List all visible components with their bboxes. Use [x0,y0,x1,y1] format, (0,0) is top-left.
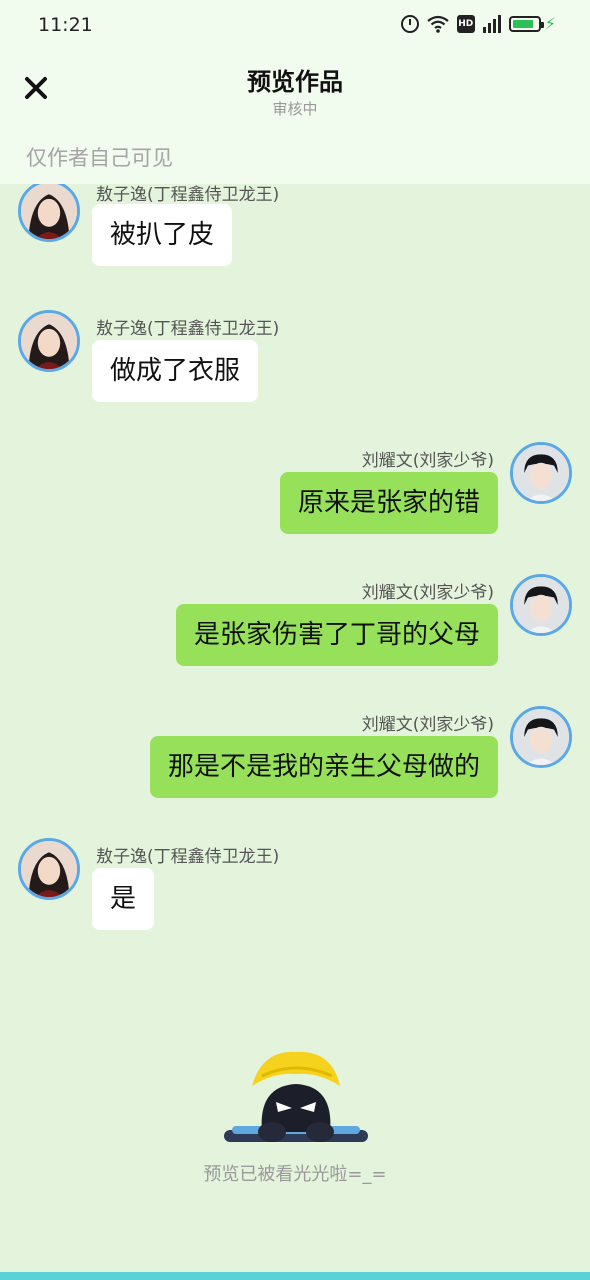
review-status: 审核中 [272,100,318,118]
end-of-preview-text: 预览已被看光光啦=_= [203,1164,387,1185]
avatar[interactable] [18,838,80,900]
avatar[interactable] [510,574,572,636]
signal-icon [482,14,501,33]
visibility-notice: 仅作者自己可见 [0,132,590,184]
avatar[interactable] [510,706,572,768]
sender-name: 敖子逸(丁程鑫侍卫龙王) [96,847,280,867]
avatar[interactable] [18,310,80,372]
sender-name: 敖子逸(丁程鑫侍卫龙王) [96,319,280,339]
wifi-icon [427,15,449,33]
hd-icon: HD [456,14,475,33]
header: 预览作品 审核中 [0,52,590,132]
sender-name: 刘耀文(刘家少爷) [361,583,494,603]
message-bubble[interactable]: 做成了衣服 [92,340,259,402]
status-bar: 11:21 HD ⚡ [0,0,590,52]
visibility-notice-text: 仅作者自己可见 [26,146,173,170]
charging-icon: ⚡ [544,14,556,33]
sender-name: 刘耀文(刘家少爷) [361,451,494,471]
alarm-icon [400,14,419,33]
message-bubble[interactable]: 是 [92,868,155,930]
avatar[interactable] [510,442,572,504]
mascot-icon [222,1046,370,1150]
avatar[interactable] [18,184,80,242]
sender-name: 敖子逸(丁程鑫侍卫龙王) [96,185,280,205]
chat-list[interactable]: 敖子逸(丁程鑫侍卫龙王) 被扒了皮 敖子逸(丁程鑫侍卫龙王) 做成了衣服 刘耀文… [0,184,590,1024]
battery-icon [508,15,544,32]
status-time: 11:21 [38,14,93,36]
message-bubble[interactable]: 被扒了皮 [92,204,233,266]
message-bubble[interactable]: 那是不是我的亲生父母做的 [149,736,498,798]
status-icons: HD ⚡ [400,14,556,33]
page-title: 预览作品 [247,68,343,96]
message-bubble[interactable]: 原来是张家的错 [279,472,498,534]
sender-name: 刘耀文(刘家少爷) [361,715,494,735]
message-bubble[interactable]: 是张家伤害了丁哥的父母 [175,604,498,666]
bottom-bar [0,1272,590,1280]
